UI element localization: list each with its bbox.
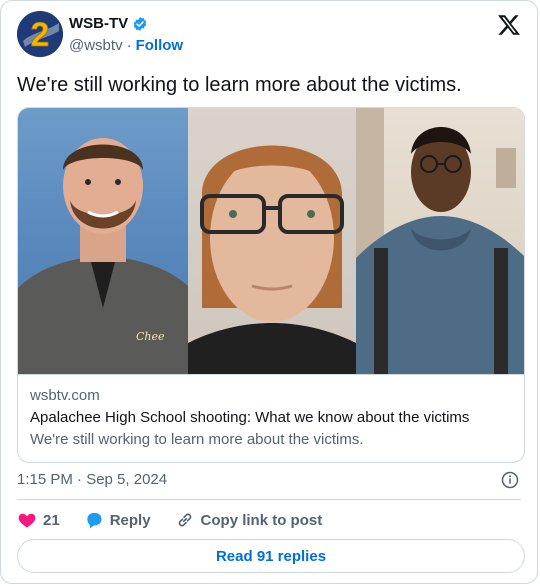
reply-label: Reply: [109, 511, 151, 529]
handle-separator: ·: [126, 37, 132, 54]
heart-icon: [18, 513, 36, 528]
post-timestamp[interactable]: 1:15 PM · Sep 5, 2024: [17, 471, 167, 488]
copy-link-label: Copy link to post: [200, 511, 323, 529]
handle-row: @wsbtv · Follow: [69, 37, 183, 54]
display-name[interactable]: WSB-TV: [69, 15, 128, 32]
embedded-post: 2 WSB-TV @wsbtv · Follow We're still wor…: [0, 0, 538, 584]
reply-bubble-icon: [87, 512, 102, 529]
author-name-row: WSB-TV: [69, 15, 148, 32]
victim-photo-1: Chee: [18, 108, 188, 374]
follow-button[interactable]: Follow: [136, 37, 184, 54]
link-icon: [178, 513, 191, 527]
link-title[interactable]: Apalachee High School shooting: What we …: [30, 409, 469, 426]
link-domain: wsbtv.com: [30, 387, 100, 404]
like-button[interactable]: 21: [17, 510, 60, 530]
info-icon[interactable]: [501, 471, 519, 489]
x-logo-icon[interactable]: [497, 13, 521, 37]
link-preview-meta: wsbtv.com Apalachee High School shooting…: [18, 374, 524, 462]
victim-photo-2: [188, 108, 356, 374]
link-description: We're still working to learn more about …: [30, 431, 364, 448]
victim-photo-3: [356, 108, 524, 374]
divider: [17, 499, 521, 500]
channel-2-logo-icon: 2: [17, 11, 63, 57]
reply-button[interactable]: Reply: [84, 510, 151, 530]
copy-link-button[interactable]: Copy link to post: [175, 510, 323, 530]
like-count: 21: [43, 511, 60, 529]
verified-badge-icon: [133, 16, 147, 31]
svg-text:2: 2: [31, 16, 50, 54]
read-replies-button[interactable]: Read 91 replies: [17, 539, 525, 573]
post-actions: 21 Reply Copy link to post: [17, 509, 346, 531]
avatar[interactable]: 2: [17, 11, 63, 57]
link-preview-image: Chee: [18, 108, 524, 374]
link-preview-card[interactable]: Chee wsbtv.com Apalachee High School sho…: [17, 107, 525, 463]
svg-text:Chee: Chee: [136, 330, 165, 343]
handle[interactable]: @wsbtv: [69, 37, 123, 54]
post-text: We're still working to learn more about …: [17, 74, 462, 96]
